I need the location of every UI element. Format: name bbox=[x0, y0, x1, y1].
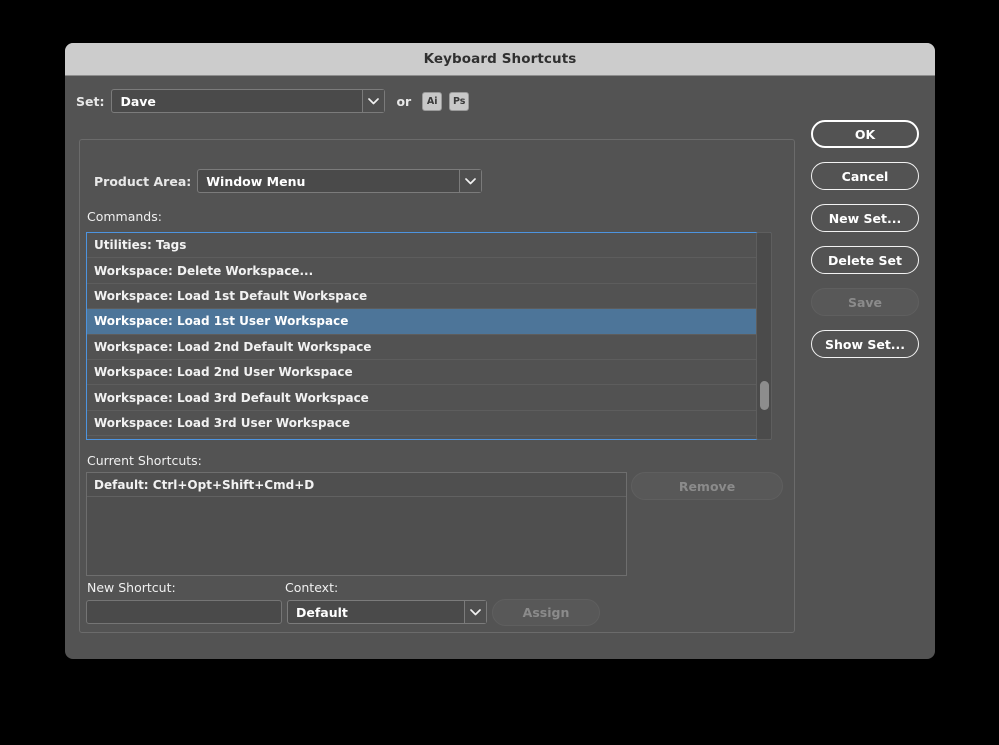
commands-scrollbar[interactable] bbox=[756, 232, 772, 440]
product-area-dropdown-value: Window Menu bbox=[206, 173, 306, 189]
dialog-button-column: OK Cancel New Set... Delete Set Save Show Set… bbox=[811, 120, 919, 372]
commands-scrollbar-thumb[interactable] bbox=[760, 381, 769, 410]
illustrator-app-button[interactable]: Ai bbox=[422, 91, 443, 111]
current-shortcut-item[interactable]: Default: Ctrl+Opt+Shift+Cmd+D bbox=[87, 473, 626, 497]
remove-button[interactable]: Remove bbox=[631, 472, 783, 500]
new-set-button[interactable]: New Set... bbox=[811, 204, 919, 232]
commands-list[interactable]: Utilities: Tags Workspace: Delete Workspa… bbox=[86, 232, 771, 440]
new-shortcut-label: New Shortcut: bbox=[87, 580, 176, 595]
dialog-title: Keyboard Shortcuts bbox=[423, 51, 577, 67]
commands-list-wrap: Utilities: Tags Workspace: Delete Workspa… bbox=[86, 232, 772, 440]
command-list-item[interactable]: Workspace: Load 1st Default Workspace bbox=[87, 284, 770, 310]
command-list-item[interactable]: Workspace: Load 2nd User Workspace bbox=[87, 360, 770, 386]
commands-label: Commands: bbox=[87, 209, 162, 224]
product-area-dropdown[interactable]: Window Menu bbox=[197, 169, 483, 193]
command-list-item[interactable]: Workspace: Load 1st User Workspace bbox=[87, 309, 770, 335]
dialog-titlebar: Keyboard Shortcuts bbox=[65, 43, 935, 76]
delete-set-button[interactable]: Delete Set bbox=[811, 246, 919, 274]
photoshop-app-button[interactable]: Ps bbox=[449, 91, 470, 111]
set-dropdown-value: Dave bbox=[120, 93, 156, 109]
show-set-button[interactable]: Show Set... bbox=[811, 330, 919, 358]
command-list-item[interactable]: Workspace: Delete Workspace... bbox=[87, 258, 770, 284]
set-row: Set: Dave or Ai Ps bbox=[76, 89, 470, 113]
command-list-item[interactable]: Workspace: Load 2nd Default Workspace bbox=[87, 335, 770, 360]
set-dropdown[interactable]: Dave bbox=[111, 89, 386, 113]
command-list-item[interactable]: Workspace: Load 3rd User Workspace bbox=[87, 411, 770, 437]
product-area-label: Product Area: bbox=[94, 173, 192, 189]
current-shortcuts-list[interactable]: Default: Ctrl+Opt+Shift+Cmd+D bbox=[86, 472, 627, 576]
command-list-item[interactable]: Utilities: Tags bbox=[87, 233, 770, 259]
set-label: Set: bbox=[76, 93, 105, 109]
chevron-down-icon bbox=[362, 90, 385, 112]
save-button[interactable]: Save bbox=[811, 288, 919, 316]
command-list-item[interactable]: Workspace: Load 3rd Default Workspace bbox=[87, 385, 770, 411]
chevron-down-icon bbox=[459, 170, 482, 192]
assign-button[interactable]: Assign bbox=[492, 599, 600, 626]
cancel-button[interactable]: Cancel bbox=[811, 162, 919, 190]
or-label: or bbox=[396, 93, 412, 109]
dialog-body: Set: Dave or Ai Ps Product Area: Window … bbox=[65, 76, 935, 659]
product-area-row: Product Area: Window Menu bbox=[91, 169, 486, 193]
ok-button[interactable]: OK bbox=[811, 120, 919, 148]
context-dropdown[interactable]: Default bbox=[287, 600, 487, 624]
chevron-down-icon bbox=[464, 601, 486, 623]
keyboard-shortcuts-dialog: Keyboard Shortcuts Set: Dave or Ai Ps Pr… bbox=[65, 43, 935, 659]
context-label: Context: bbox=[285, 580, 339, 595]
new-shortcut-input[interactable] bbox=[86, 600, 282, 624]
current-shortcuts-label: Current Shortcuts: bbox=[87, 453, 202, 468]
context-dropdown-value: Default bbox=[296, 604, 348, 620]
